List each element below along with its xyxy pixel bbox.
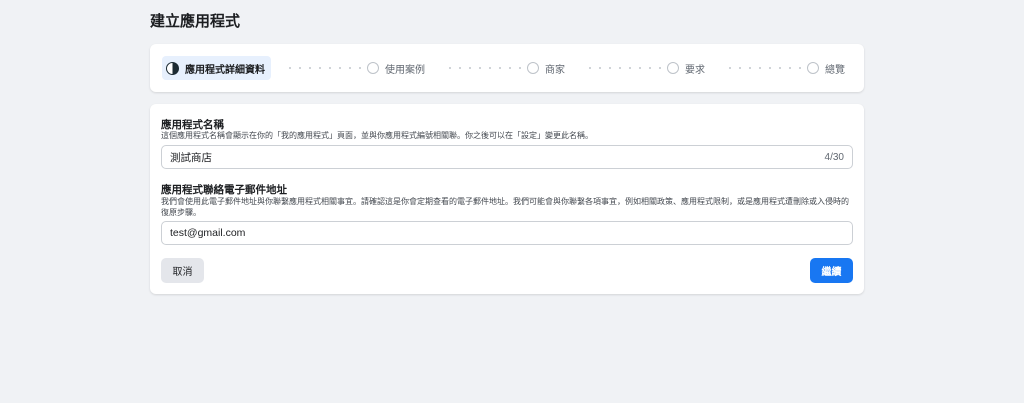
step-requirements[interactable]: 要求 <box>667 56 705 80</box>
circle-icon <box>367 62 379 74</box>
step-label: 總覽 <box>825 64 845 76</box>
contact-email-input[interactable]: test@gmail.com <box>161 221 853 245</box>
step-label: 商家 <box>545 64 565 76</box>
step-label: 要求 <box>685 64 705 76</box>
app-details-form: 應用程式名稱 這個應用程式名稱會顯示在你的「我的應用程式」頁面，並與你應用程式編… <box>150 104 864 294</box>
step-connector <box>585 67 665 69</box>
step-overview[interactable]: 總覽 <box>807 56 845 80</box>
circle-icon <box>527 62 539 74</box>
stepper-card: 應用程式詳細資料 使用案例 商家 要求 總覽 <box>150 44 864 92</box>
step-use-cases[interactable]: 使用案例 <box>367 56 425 80</box>
circle-icon <box>667 62 679 74</box>
app-name-value: 測試商店 <box>170 151 212 164</box>
contact-email-value: test@gmail.com <box>170 227 246 239</box>
app-name-counter: 4/30 <box>824 152 844 163</box>
contact-email-description: 我們會使用此電子郵件地址與你聯繫應用程式相關事宜。請確認這是你會定期查看的電子郵… <box>161 197 849 217</box>
app-name-input[interactable]: 測試商店 4/30 <box>161 145 853 169</box>
step-label: 應用程式詳細資料 <box>185 64 265 76</box>
step-label: 使用案例 <box>385 64 425 76</box>
app-name-description: 這個應用程式名稱會顯示在你的「我的應用程式」頁面，並與你應用程式編號相關聯。你之… <box>161 131 593 140</box>
page-title: 建立應用程式 <box>150 13 241 30</box>
stepper: 應用程式詳細資料 使用案例 商家 要求 總覽 <box>162 56 852 80</box>
half-circle-icon <box>166 61 179 75</box>
contact-email-label: 應用程式聯絡電子郵件地址 <box>161 184 287 196</box>
step-connector <box>445 67 525 69</box>
step-app-details[interactable]: 應用程式詳細資料 <box>162 56 271 80</box>
step-connector <box>285 67 365 69</box>
continue-button[interactable]: 繼續 <box>810 258 853 283</box>
cancel-button[interactable]: 取消 <box>161 258 204 283</box>
step-connector <box>725 67 805 69</box>
step-business[interactable]: 商家 <box>527 56 565 80</box>
circle-icon <box>807 62 819 74</box>
